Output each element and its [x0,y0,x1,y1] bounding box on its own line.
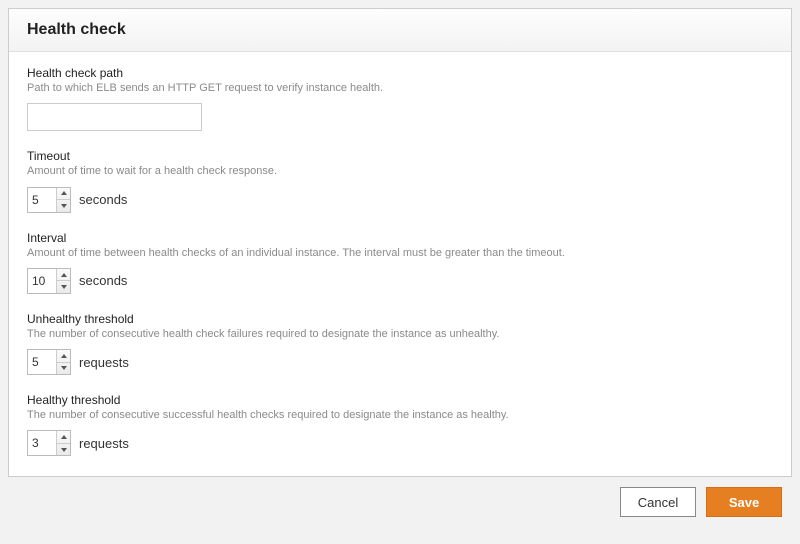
unhealthy-threshold-input[interactable] [28,350,56,374]
save-button[interactable]: Save [706,487,782,517]
unhealthy-threshold-unit: requests [79,355,129,370]
healthy-threshold-input[interactable] [28,431,56,455]
timeout-step-up[interactable] [57,188,70,200]
interval-step-down[interactable] [57,280,70,293]
healthy-step-down[interactable] [57,443,70,456]
interval-label: Interval [27,231,773,245]
interval-stepper[interactable] [27,268,71,294]
health-check-path-label: Health check path [27,66,773,80]
unhealthy-step-up[interactable] [57,350,70,362]
field-health-check-path: Health check path Path to which ELB send… [27,66,773,131]
field-interval: Interval Amount of time between health c… [27,231,773,294]
unhealthy-step-down[interactable] [57,362,70,375]
healthy-threshold-desc: The number of consecutive successful hea… [27,408,773,422]
interval-step-up[interactable] [57,269,70,281]
timeout-stepper[interactable] [27,187,71,213]
unhealthy-threshold-label: Unhealthy threshold [27,312,773,326]
field-healthy-threshold: Healthy threshold The number of consecut… [27,393,773,456]
panel-title: Health check [27,21,773,39]
timeout-unit: seconds [79,192,127,207]
unhealthy-threshold-stepper[interactable] [27,349,71,375]
interval-unit: seconds [79,273,127,288]
healthy-step-up[interactable] [57,431,70,443]
healthy-threshold-label: Healthy threshold [27,393,773,407]
healthy-threshold-unit: requests [79,436,129,451]
interval-desc: Amount of time between health checks of … [27,246,773,260]
field-unhealthy-threshold: Unhealthy threshold The number of consec… [27,312,773,375]
health-check-path-desc: Path to which ELB sends an HTTP GET requ… [27,81,773,95]
healthy-threshold-stepper[interactable] [27,430,71,456]
action-bar: Cancel Save [8,477,792,521]
field-timeout: Timeout Amount of time to wait for a hea… [27,149,773,212]
timeout-step-down[interactable] [57,199,70,212]
timeout-label: Timeout [27,149,773,163]
health-check-path-input[interactable] [27,103,202,131]
unhealthy-threshold-desc: The number of consecutive health check f… [27,327,773,341]
interval-input[interactable] [28,269,56,293]
timeout-desc: Amount of time to wait for a health chec… [27,164,773,178]
health-check-panel: Health check Health check path Path to w… [8,8,792,477]
timeout-input[interactable] [28,188,56,212]
panel-header: Health check [9,9,791,52]
cancel-button[interactable]: Cancel [620,487,696,517]
